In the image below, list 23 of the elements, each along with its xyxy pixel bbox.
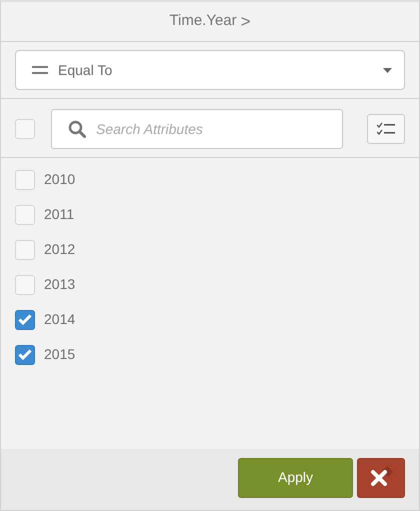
check-icon	[18, 314, 32, 325]
search-field[interactable]: Search Attributes	[51, 109, 343, 149]
checklist-icon	[377, 122, 395, 136]
year-label: 2014	[44, 310, 76, 329]
checkbox[interactable]	[15, 310, 35, 330]
operator-dropdown[interactable]: Equal To	[15, 50, 405, 90]
year-label: 2012	[44, 240, 76, 259]
checklist-button[interactable]	[367, 114, 405, 144]
checkbox[interactable]	[15, 344, 35, 364]
year-label: 2011	[44, 205, 74, 224]
year-label: 2013	[44, 275, 76, 294]
equals-icon	[32, 66, 48, 74]
caret-icon	[383, 68, 392, 72]
select-all-checkbox[interactable]	[15, 119, 35, 139]
year-label: 2010	[44, 170, 76, 189]
apply-button[interactable]: Apply	[238, 458, 353, 498]
header-title: Time.Year	[169, 11, 237, 32]
search-input[interactable]: Search Attributes	[94, 118, 326, 140]
year-label: 2015	[44, 345, 76, 364]
search-icon	[68, 120, 86, 138]
chevron-link[interactable]: >	[240, 8, 251, 34]
clear-button[interactable]	[357, 458, 405, 498]
check-icon	[18, 349, 32, 360]
